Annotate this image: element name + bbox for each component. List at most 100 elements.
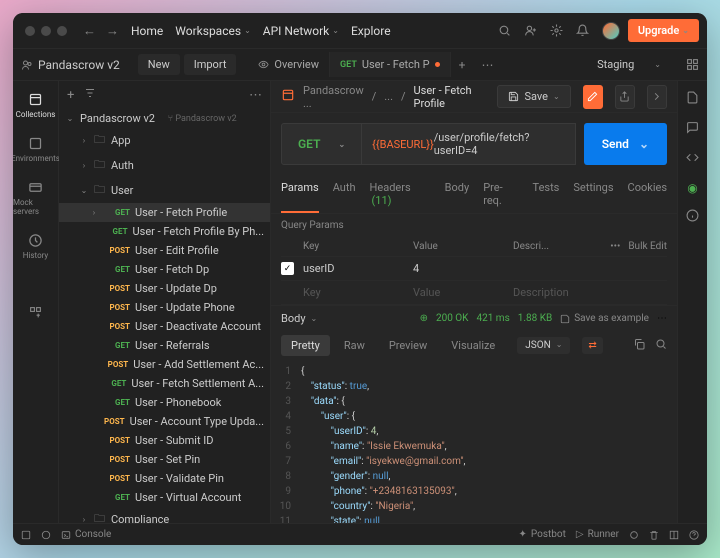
docs-icon[interactable] <box>686 91 699 107</box>
sidebar-more-icon[interactable]: ⋯ <box>249 88 262 103</box>
invite-icon[interactable] <box>524 24 538 38</box>
tree-request-item[interactable]: GETUser - Referrals <box>59 336 270 355</box>
tree-collection-root[interactable]: ⌄Pandascrow v2 ⑂ Pandascrow v2 <box>59 109 270 128</box>
tab-auth[interactable]: Auth <box>333 175 356 213</box>
response-body[interactable]: 1{ 2 "status": true, 3 "data": { 4 "user… <box>271 360 677 523</box>
tab-settings[interactable]: Settings <box>573 175 613 213</box>
copy-icon[interactable] <box>633 338 645 353</box>
info-icon[interactable] <box>686 209 699 225</box>
search-response-icon[interactable] <box>655 338 667 353</box>
bulk-more[interactable]: ••• <box>610 241 620 252</box>
param-checkbox[interactable]: ✓ <box>281 262 294 275</box>
tree-request-item[interactable]: GETUser - Fetch Profile By Ph... <box>59 222 270 241</box>
cookies-link[interactable]: Cookies <box>628 175 667 213</box>
share-button[interactable] <box>615 85 635 109</box>
import-button[interactable]: Import <box>184 54 237 75</box>
tree-request-item[interactable]: POSTUser - Update Phone <box>59 298 270 317</box>
rail-environments[interactable]: Environments <box>13 135 60 163</box>
tree-request-item[interactable]: GETUser - Fetch Dp <box>59 260 270 279</box>
breadcrumb[interactable]: ... <box>384 90 393 103</box>
save-example-button[interactable]: Save as example <box>560 313 649 324</box>
tree-request-item[interactable]: GETUser - Phonebook <box>59 393 270 412</box>
tab-headers[interactable]: Headers (11) <box>370 175 431 213</box>
url-input[interactable]: {{BASEURL}}/user/profile/fetch?userID=4 <box>362 123 576 165</box>
nav-home[interactable]: Home <box>131 24 163 38</box>
param-row-placeholder[interactable]: Key Value Description <box>281 281 667 305</box>
tree-folder[interactable]: ›🗀App <box>59 128 270 153</box>
tab-add[interactable]: + <box>451 54 474 76</box>
rail-configure[interactable] <box>28 304 44 320</box>
tab-prereq[interactable]: Pre-req. <box>483 175 518 213</box>
nav-workspaces[interactable]: Workspaces⌄ <box>175 24 250 38</box>
tree-request-item[interactable]: ›GETUser - Fetch Profile <box>59 203 270 222</box>
upgrade-button[interactable]: Upgrade⌄ <box>628 19 699 42</box>
tree-request-item[interactable]: POSTUser - Edit Profile <box>59 241 270 260</box>
tree-request-item[interactable]: POSTUser - Update Dp <box>59 279 270 298</box>
rail-collections[interactable]: Collections <box>16 91 56 119</box>
workspace-name[interactable]: Pandascrow v2 <box>21 58 120 72</box>
vtab-pretty[interactable]: Pretty <box>281 335 330 356</box>
vtab-visualize[interactable]: Visualize <box>441 335 505 356</box>
footer-layout-icon[interactable] <box>669 530 679 540</box>
window-controls[interactable] <box>21 26 75 36</box>
format-selector[interactable]: JSON⌄ <box>517 337 570 354</box>
sidebar-filter-icon[interactable] <box>84 87 96 103</box>
send-button[interactable]: Send⌄ <box>584 123 667 165</box>
notifications-icon[interactable] <box>576 24 590 38</box>
response-body-tab[interactable]: Body⌄ <box>281 312 317 325</box>
env-quicklook-icon[interactable] <box>685 58 699 72</box>
settings-icon[interactable] <box>550 24 564 38</box>
vtab-preview[interactable]: Preview <box>379 335 437 356</box>
footer-trash-icon[interactable] <box>649 530 659 540</box>
tree-folder[interactable]: ⌄🗀User <box>59 178 270 203</box>
param-row[interactable]: ✓ userID 4 <box>281 257 667 281</box>
environment-selector[interactable]: Staging⌄ <box>585 54 673 75</box>
tree-request-item[interactable]: POSTUser - Submit ID <box>59 431 270 450</box>
footer-runner[interactable]: ▷ Runner <box>576 529 619 540</box>
footer-postbot[interactable]: ✦ Postbot <box>519 529 566 540</box>
rail-history[interactable]: History <box>23 232 48 260</box>
wrap-icon[interactable]: ⇄ <box>582 337 602 354</box>
tab-tests[interactable]: Tests <box>533 175 560 213</box>
back-icon[interactable]: ← <box>83 23 96 39</box>
tree-request-item[interactable]: POSTUser - Set Pin <box>59 450 270 469</box>
edit-button[interactable] <box>583 85 603 109</box>
live-icon[interactable]: ◉ <box>687 181 697 195</box>
tree-folder[interactable]: ›🗀Compliance <box>59 507 270 523</box>
tree-request-item[interactable]: GETUser - Virtual Account <box>59 488 270 507</box>
tree-request-item[interactable]: POSTUser - Account Type Upda... <box>59 412 270 431</box>
avatar[interactable] <box>602 22 620 40</box>
footer-find[interactable] <box>21 530 31 540</box>
tree-folder[interactable]: ›🗀Auth <box>59 153 270 178</box>
rail-mock[interactable]: Mock servers <box>13 179 58 216</box>
tab-overview[interactable]: Overview <box>248 52 330 77</box>
network-icon[interactable]: ⊕ <box>420 313 428 324</box>
footer-help-icon[interactable] <box>689 530 699 540</box>
tab-request-active[interactable]: GETUser - Fetch P <box>330 52 451 77</box>
code-icon[interactable] <box>686 151 699 167</box>
footer-capture[interactable] <box>629 530 639 540</box>
nav-api-network[interactable]: API Network⌄ <box>263 24 339 38</box>
vtab-raw[interactable]: Raw <box>334 335 375 356</box>
footer-sync[interactable] <box>41 530 51 540</box>
save-button[interactable]: Save⌄ <box>497 85 570 108</box>
comments-icon[interactable] <box>686 121 699 137</box>
response-more[interactable]: ⋯ <box>657 313 667 324</box>
tab-more[interactable]: ⋯ <box>473 54 501 76</box>
search-icon[interactable] <box>498 24 512 38</box>
breadcrumb[interactable]: Pandascrow ... <box>303 84 364 110</box>
new-button[interactable]: New <box>138 54 180 75</box>
nav-explore[interactable]: Explore <box>351 24 391 38</box>
tree-request-item[interactable]: POSTUser - Deactivate Account <box>59 317 270 336</box>
method-selector[interactable]: GET⌄ <box>281 123 362 165</box>
bulk-edit-link[interactable]: Bulk Edit <box>628 241 667 252</box>
forward-icon[interactable]: → <box>106 23 119 39</box>
tree-request-item[interactable]: POSTUser - Add Settlement Ac... <box>59 355 270 374</box>
tab-body[interactable]: Body <box>445 175 470 213</box>
sidebar-add-icon[interactable]: + <box>67 88 74 103</box>
footer-console[interactable]: Console <box>61 529 111 540</box>
tree-request-item[interactable]: POSTUser - Validate Pin <box>59 469 270 488</box>
tab-params[interactable]: Params <box>281 175 319 213</box>
request-more-button[interactable] <box>647 85 667 109</box>
tree-request-item[interactable]: GETUser - Fetch Settlement A... <box>59 374 270 393</box>
